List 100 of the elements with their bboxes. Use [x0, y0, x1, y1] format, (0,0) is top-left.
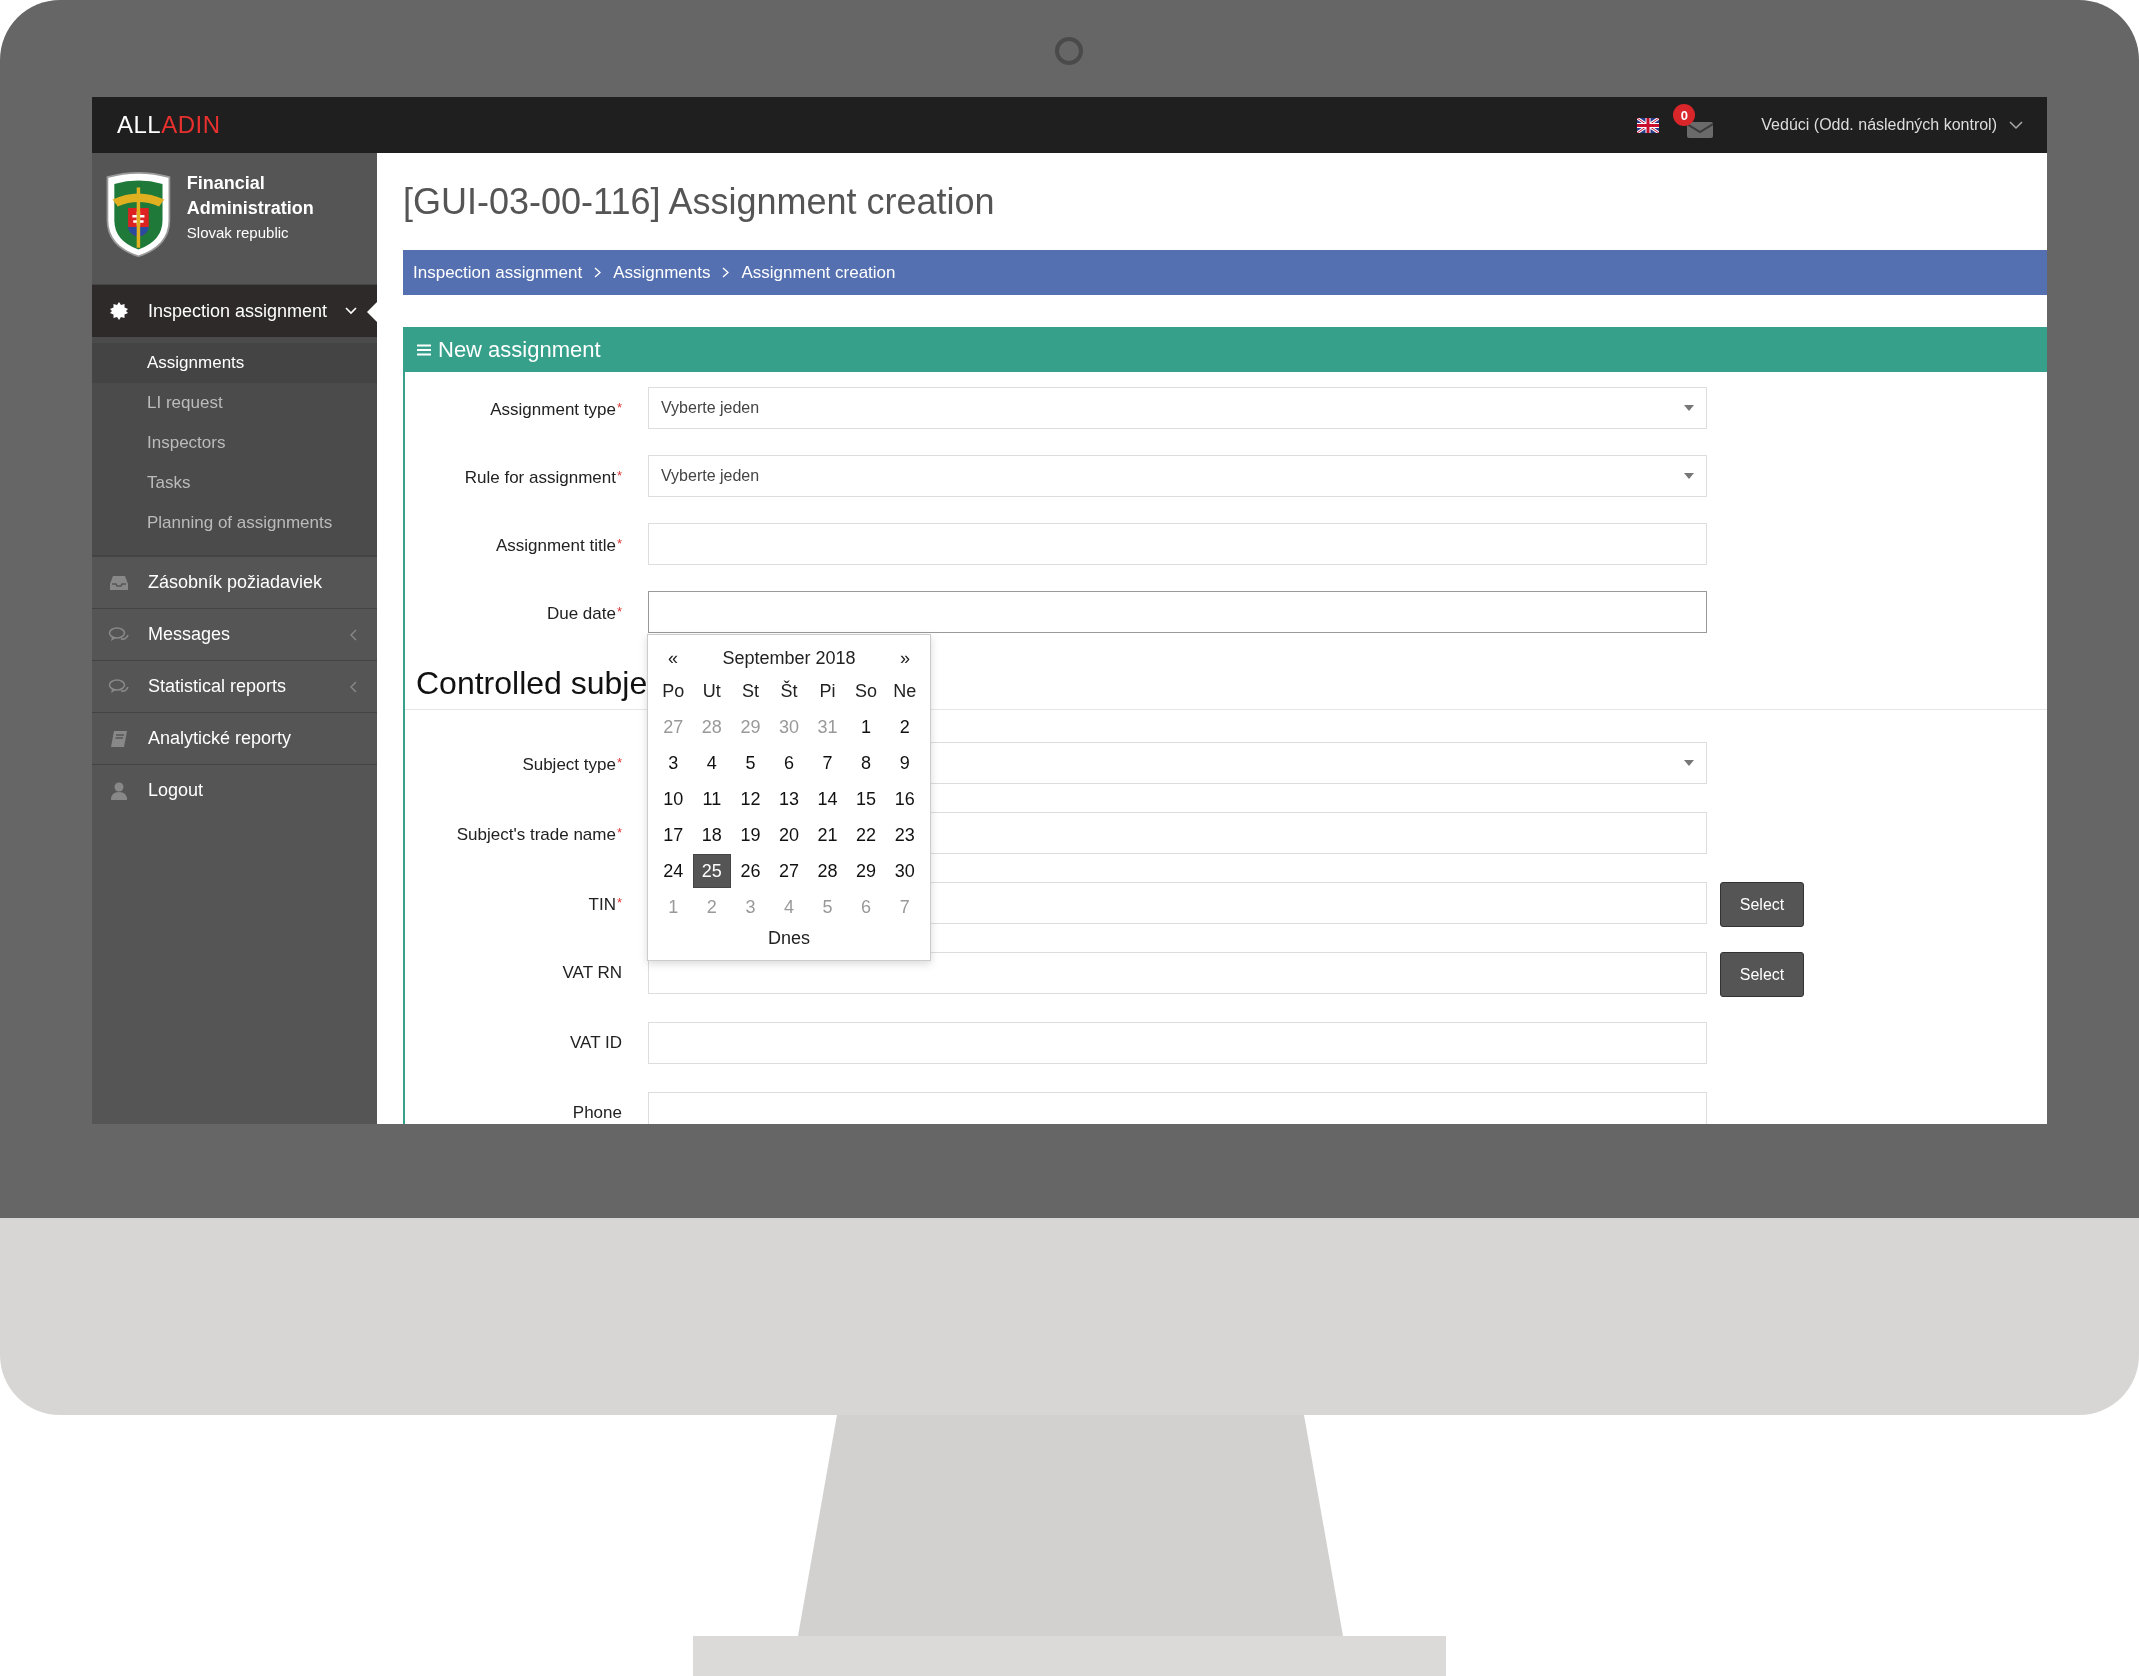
- calendar-day[interactable]: 27: [770, 854, 808, 888]
- field-label: Subject's trade name$^{*}$: [456, 824, 622, 846]
- date-field[interactable]: [648, 591, 1707, 633]
- breadcrumb-link[interactable]: Assignments: [613, 262, 711, 283]
- previous-month-button[interactable]: «: [658, 647, 688, 669]
- calendar-day[interactable]: 26: [731, 854, 770, 888]
- caret-icon: [1684, 760, 1694, 766]
- caret-icon: [1684, 405, 1694, 411]
- chevron-left-icon: [349, 628, 357, 641]
- camera-icon: [1054, 36, 1084, 66]
- calendar-day[interactable]: 10: [654, 782, 693, 816]
- page-title: [GUI-03-00-116] Assignment creation: [403, 181, 996, 224]
- active-pointer-icon: [367, 302, 377, 322]
- submenu-item[interactable]: Assignments: [92, 343, 377, 383]
- chevron-down-icon: [345, 307, 357, 315]
- calendar-day[interactable]: 15: [847, 782, 886, 816]
- menu-icon: [417, 343, 431, 356]
- next-month-button[interactable]: »: [890, 647, 920, 669]
- chevron-down-icon: [2009, 120, 2023, 130]
- field-label: Assignment type$^{*}$: [490, 399, 622, 421]
- input-field[interactable]: [648, 523, 1707, 565]
- weekday-label: Ut: [702, 680, 721, 702]
- calendar-day[interactable]: 28: [808, 854, 847, 888]
- input-field[interactable]: [648, 1092, 1707, 1124]
- calendar-day[interactable]: 13: [770, 782, 808, 816]
- caret-icon: [1684, 473, 1694, 479]
- calendar-day[interactable]: 9: [885, 746, 924, 780]
- calendar-day[interactable]: 4: [692, 746, 731, 780]
- chevron-right-icon: [594, 267, 602, 278]
- field-label: TIN$^{*}$: [588, 894, 622, 916]
- submenu-item[interactable]: LI request: [92, 383, 377, 423]
- select-button[interactable]: Select: [1720, 952, 1804, 997]
- calendar-day[interactable]: 22: [847, 818, 886, 852]
- calendar-day[interactable]: 24: [654, 854, 693, 888]
- organization-name: Financial Administration: [186, 172, 315, 220]
- weekday-label: Ne: [893, 680, 917, 702]
- today-button[interactable]: Dnes: [762, 927, 816, 950]
- field-label: VAT RN: [562, 962, 622, 984]
- calendar-day[interactable]: 30: [885, 854, 924, 888]
- weekday-label: St: [741, 680, 759, 702]
- field-label: Due date$^{*}$: [546, 603, 622, 625]
- sidebar-item[interactable]: Statistical reports: [92, 660, 377, 712]
- sidebar-item[interactable]: Messages: [92, 608, 377, 660]
- calendar-day[interactable]: 6: [770, 746, 808, 780]
- calendar-day[interactable]: 2: [885, 710, 924, 744]
- weekday-label: Po: [662, 680, 685, 702]
- calendar-day[interactable]: 3: [654, 746, 693, 780]
- calendar-day[interactable]: 16: [885, 782, 924, 816]
- calendar-day[interactable]: 5: [731, 746, 770, 780]
- calendar-day[interactable]: 7: [808, 746, 847, 780]
- calendar-day[interactable]: 12: [731, 782, 770, 816]
- calendar-day[interactable]: 17: [654, 818, 693, 852]
- input-field[interactable]: [648, 1022, 1707, 1064]
- submenu-item[interactable]: Planning of assignments: [92, 503, 377, 543]
- calendar-day[interactable]: 19: [731, 818, 770, 852]
- chat-icon: [108, 678, 130, 695]
- weekday-label: Pi: [819, 680, 836, 702]
- submenu-item[interactable]: Tasks: [92, 463, 377, 503]
- sidebar-item[interactable]: Zásobník požiadaviek: [92, 556, 377, 608]
- field-label: Phone: [572, 1102, 622, 1124]
- calendar-day[interactable]: 20: [770, 818, 808, 852]
- field-label: Rule for assignment$^{*}$: [464, 467, 622, 489]
- field-label: Subject type$^{*}$: [522, 754, 622, 776]
- brand-logo: ALLADIN: [117, 111, 221, 139]
- breadcrumb-link[interactable]: Assignment creation: [741, 262, 896, 283]
- chat-icon: [108, 626, 130, 643]
- chevron-left-icon: [349, 680, 357, 693]
- select-button[interactable]: Select: [1720, 882, 1804, 927]
- weekday-label: Št: [780, 680, 798, 702]
- select-field[interactable]: Vyberte jeden: [648, 455, 1707, 497]
- sidebar-item[interactable]: Inspection assignment: [92, 284, 377, 337]
- calendar-day[interactable]: 1: [847, 710, 886, 744]
- inbox-icon: [108, 574, 130, 591]
- calendar-day[interactable]: 23: [885, 818, 924, 852]
- flag-icon[interactable]: [1637, 117, 1660, 133]
- calendar-day[interactable]: 11: [692, 782, 731, 816]
- select-field[interactable]: Vyberte jeden: [648, 387, 1707, 429]
- calendar-month[interactable]: September 2018: [722, 647, 856, 669]
- calendar-day[interactable]: 25: [692, 854, 731, 888]
- breadcrumb-link[interactable]: Inspection assignment: [413, 262, 583, 283]
- field-label: VAT ID: [570, 1032, 622, 1054]
- sidebar-item[interactable]: Analytické reporty: [92, 712, 377, 764]
- user-icon: [108, 781, 130, 800]
- organization-country: Slovak republic: [186, 224, 290, 241]
- weekday-label: So: [855, 680, 878, 702]
- calendar-day[interactable]: 8: [847, 746, 886, 780]
- submenu-item[interactable]: Inspectors: [92, 423, 377, 463]
- chevron-right-icon: [722, 267, 730, 278]
- user-menu[interactable]: Vedúci (Odd. následných kontrol): [1761, 116, 2023, 134]
- notification-badge: 0: [1673, 104, 1696, 126]
- section-title: Controlled subje: [416, 665, 648, 702]
- panel-title: New assignment: [438, 336, 601, 363]
- book-icon: [108, 729, 130, 748]
- sidebar-item[interactable]: Logout: [92, 764, 377, 816]
- calendar-day[interactable]: 18: [692, 818, 731, 852]
- calendar-day[interactable]: 21: [808, 818, 847, 852]
- gear-icon: [108, 302, 130, 320]
- field-label: Assignment title$^{*}$: [495, 535, 622, 557]
- calendar-day[interactable]: 29: [847, 854, 886, 888]
- calendar-day[interactable]: 14: [808, 782, 847, 816]
